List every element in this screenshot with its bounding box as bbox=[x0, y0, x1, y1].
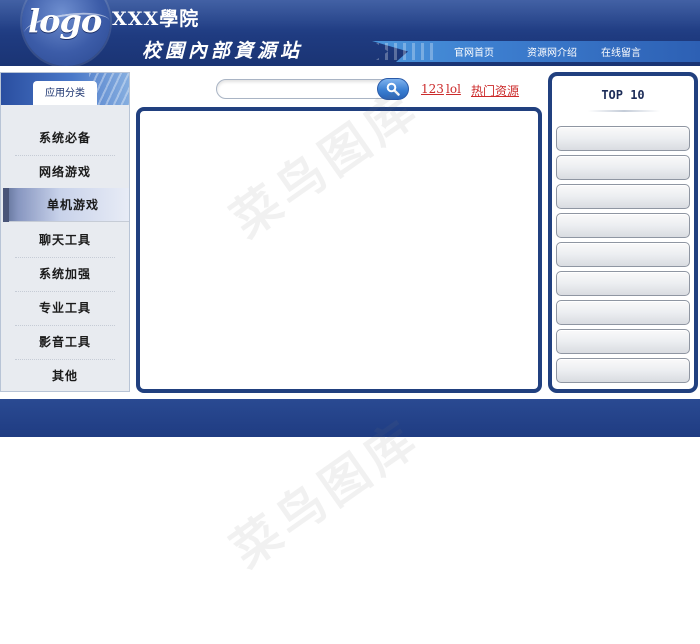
nav-item-about[interactable]: 资源网介绍 bbox=[527, 44, 577, 59]
top10-item[interactable] bbox=[556, 155, 690, 180]
hot-link-123[interactable]: 123 bbox=[421, 82, 444, 96]
sidebar-item-single-player-games[interactable]: 单机游戏 bbox=[3, 188, 129, 222]
top10-item[interactable] bbox=[556, 242, 690, 267]
site-logo[interactable]: logo bbox=[28, 2, 102, 40]
sidebar-item-system-enhancement[interactable]: 系统加强 bbox=[15, 257, 115, 292]
sidebar-item-other[interactable]: 其他 bbox=[15, 359, 115, 393]
top10-title-divider bbox=[588, 110, 660, 112]
nav-item-home[interactable]: 官网首页 bbox=[454, 44, 494, 59]
sidebar-item-professional-tools[interactable]: 专业工具 bbox=[15, 291, 115, 326]
category-sidebar: 应用分类 系统必备 网络游戏 单机游戏 聊天工具 系统加强 专业工具 影音工具 … bbox=[0, 72, 130, 392]
sidebar-item-media-tools[interactable]: 影音工具 bbox=[15, 325, 115, 360]
top10-title: TOP 10 bbox=[601, 88, 645, 102]
sidebar-title: 应用分类 bbox=[33, 81, 97, 105]
top10-item[interactable] bbox=[556, 126, 690, 151]
sidebar-item-online-games[interactable]: 网络游戏 bbox=[15, 155, 115, 190]
sidebar-header: 应用分类 bbox=[1, 73, 129, 105]
site-footer bbox=[0, 399, 700, 437]
top10-item[interactable] bbox=[556, 271, 690, 296]
top10-item[interactable] bbox=[556, 184, 690, 209]
top10-item[interactable] bbox=[556, 300, 690, 325]
top10-item[interactable] bbox=[556, 213, 690, 238]
sidebar-item-chat-tools[interactable]: 聊天工具 bbox=[15, 223, 115, 258]
school-name: XXX學院 bbox=[112, 8, 200, 30]
top10-item[interactable] bbox=[556, 329, 690, 354]
search-button[interactable] bbox=[377, 78, 409, 100]
sidebar-item-system-essentials[interactable]: 系统必备 bbox=[15, 121, 115, 156]
nav-arrows-decoration bbox=[376, 43, 436, 60]
main-content-panel bbox=[136, 107, 542, 393]
top10-panel: TOP 10 bbox=[548, 72, 698, 393]
hot-link-popular-resources[interactable]: 热门资源 bbox=[471, 82, 519, 99]
top10-item[interactable] bbox=[556, 358, 690, 383]
site-subtitle: 校園內部資源站 bbox=[142, 40, 304, 62]
nav-item-message[interactable]: 在线留言 bbox=[601, 44, 641, 59]
search-icon bbox=[386, 82, 400, 96]
site-header: logo XXX學院 校園內部資源站 官网首页 资源网介绍 在线留言 bbox=[0, 0, 700, 66]
hot-link-lol[interactable]: lol bbox=[446, 82, 461, 96]
